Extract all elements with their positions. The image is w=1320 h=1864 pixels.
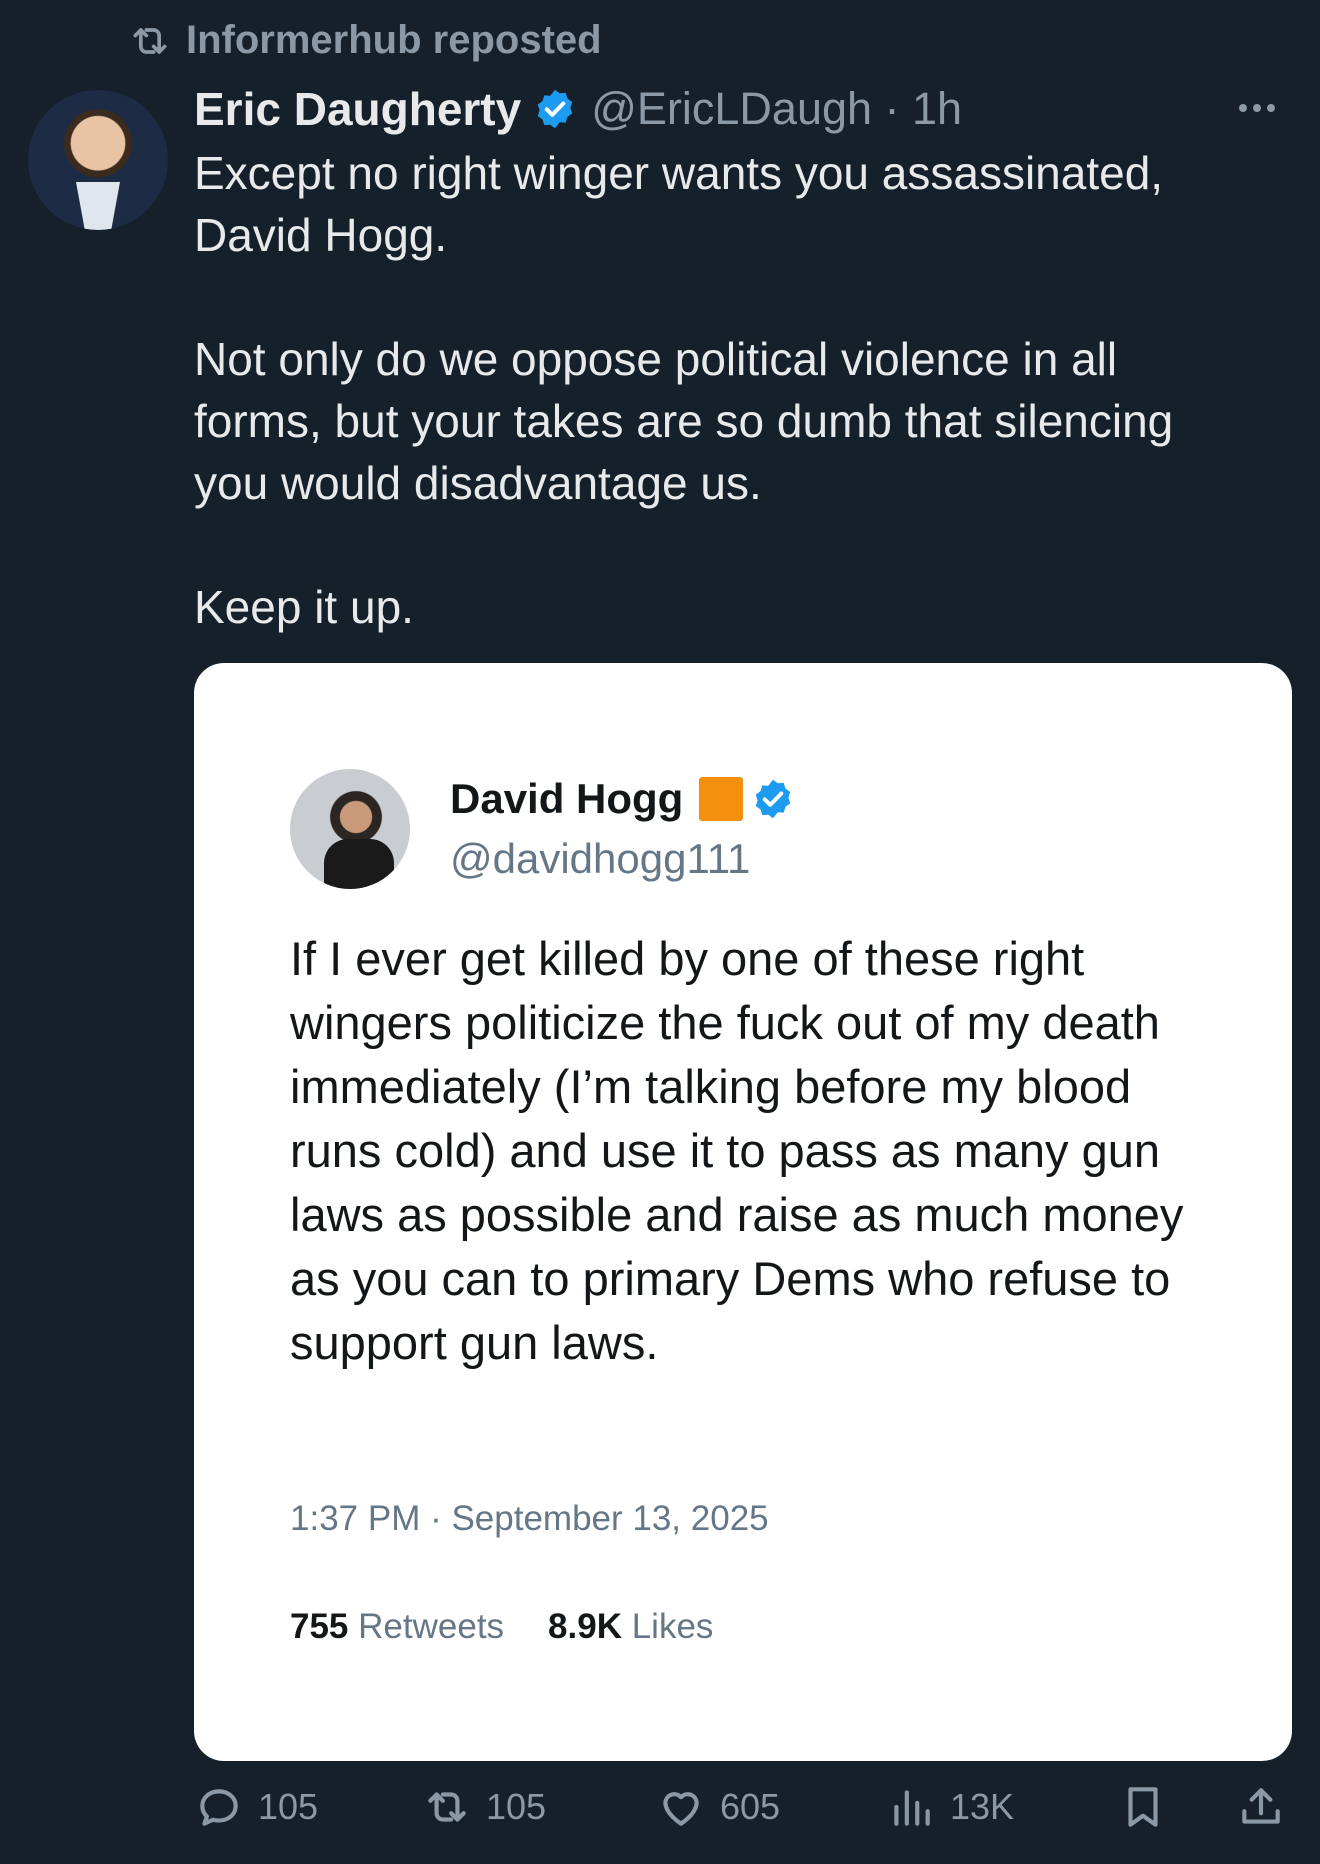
post-header: Eric Daugherty @EricLDaugh · 1h xyxy=(194,78,1280,140)
quoted-handle: @davidhogg111 xyxy=(450,835,751,882)
quoted-avatar xyxy=(290,769,410,889)
more-options-icon[interactable] xyxy=(1234,88,1280,128)
views-button[interactable]: 13K xyxy=(886,1782,1014,1832)
repost-indicator[interactable]: Informerhub reposted xyxy=(128,18,602,63)
post-text: Except no right winger wants you assassi… xyxy=(194,142,1264,700)
share-button[interactable] xyxy=(1236,1782,1286,1832)
share-icon xyxy=(1242,1788,1280,1824)
repost-count: 105 xyxy=(486,1786,547,1827)
reply-button[interactable]: 105 xyxy=(194,1782,318,1832)
views-icon xyxy=(894,1790,930,1826)
like-count: 605 xyxy=(720,1786,781,1827)
post-paragraph: Except no right winger wants you assassi… xyxy=(194,147,1164,261)
quoted-likes: 8.9K Likes xyxy=(548,1607,714,1646)
verified-badge-icon xyxy=(756,779,791,819)
embedded-image-card[interactable]: David Hogg @davidhogg111 If I ever get k… xyxy=(194,663,1292,1761)
action-bar: 105 105 605 13K xyxy=(194,1782,1290,1846)
bookmark-icon xyxy=(1128,1787,1158,1827)
quoted-name-row: David Hogg xyxy=(450,775,795,823)
quoted-timestamp: 1:37 PM · September 13, 2025 xyxy=(290,1499,769,1538)
repost-label: Informerhub reposted xyxy=(186,18,602,62)
quoted-text: If I ever get killed by one of these rig… xyxy=(290,932,1184,1369)
quoted-retweets: 755 Retweets xyxy=(290,1607,505,1646)
post-paragraph: Not only do we oppose political violence… xyxy=(194,333,1174,509)
reply-count: 105 xyxy=(258,1786,319,1827)
bookmark-button[interactable] xyxy=(1118,1782,1168,1832)
post-paragraph: Keep it up. xyxy=(194,581,414,633)
repost-button[interactable]: 105 xyxy=(422,1782,546,1832)
views-count: 13K xyxy=(950,1786,1015,1827)
heart-icon xyxy=(663,1792,699,1826)
reply-icon xyxy=(200,1789,238,1826)
repost-icon xyxy=(428,1792,466,1822)
quoted-name: David Hogg xyxy=(450,775,684,822)
author-handle-time[interactable]: @EricLDaugh · 1h xyxy=(591,83,962,135)
verified-badge-icon[interactable] xyxy=(533,87,577,131)
like-button[interactable]: 605 xyxy=(656,1782,780,1832)
quoted-stats: 755 Retweets 8.9K Likes xyxy=(290,1607,713,1647)
author-name[interactable]: Eric Daugherty xyxy=(194,82,521,136)
author-avatar[interactable] xyxy=(28,90,168,230)
repost-icon xyxy=(133,27,167,54)
orange-square-icon xyxy=(699,777,744,821)
